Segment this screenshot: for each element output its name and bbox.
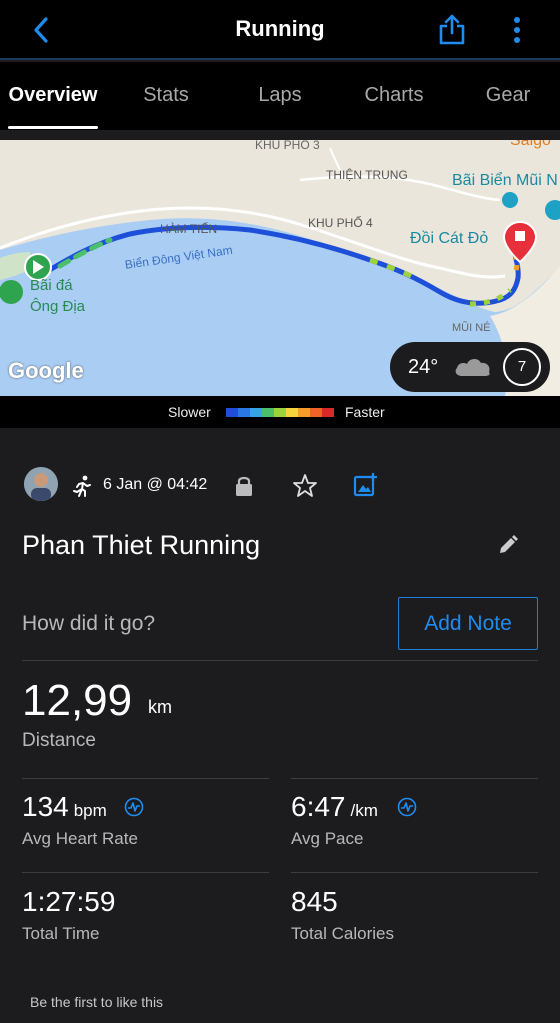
map-label-bai-da: Bãi đá [30,277,73,294]
pace-legend: Slower Faster [0,396,560,428]
legend-faster-label: Faster [345,404,385,420]
total-calories-value[interactable]: 845 [291,886,338,918]
divider [22,872,269,873]
avg-pace-unit: /km [350,801,378,820]
map-label-ham-tien: HÀM TIẾN [160,222,218,236]
map-label-mui-ne: MŨI NÉ [452,322,491,334]
share-icon[interactable] [437,12,467,46]
finish-marker-icon [502,220,538,264]
distance-label: Distance [22,730,96,751]
avg-heart-rate-stat[interactable]: 134 bpm [22,791,107,823]
activity-meta-row: 6 Jan @ 04:42 [0,462,560,508]
pace-source-icon [397,797,417,817]
legend-color-swatch [310,408,323,417]
likes-text[interactable]: Be the first to like this [30,994,163,1010]
more-options-icon[interactable] [505,14,529,46]
tab-stats[interactable]: Stats [126,84,206,107]
map-label-khu-pho-3: KHU PHỐ 3 [255,140,320,152]
add-photo-icon[interactable] [352,472,378,498]
route-map[interactable]: KHU PHỐ 3 THIỆN TRUNG Bãi Biển Mũi N Sai… [0,140,560,396]
avg-heart-rate-label: Avg Heart Rate [22,829,138,848]
star-icon[interactable] [292,473,318,499]
park-pin-icon [0,280,23,304]
activity-name: Phan Thiet Running [22,530,261,560]
total-time-label: Total Time [22,924,100,943]
total-time-value[interactable]: 1:27:59 [22,886,115,918]
weather-temperature: 24° [408,356,439,378]
avg-heart-rate-value: 134 [22,791,69,822]
wind-indicator: 7 [503,348,541,386]
tab-overview[interactable]: Overview [8,84,98,107]
distance-value: 12,99 [22,676,133,725]
legend-color-swatch [274,408,287,417]
map-label-doi-cat-do: Đồi Cát Đỏ [410,230,489,247]
legend-color-swatch [250,408,263,417]
legend-color-swatch [298,408,311,417]
legend-color-swatch [226,408,239,417]
avatar[interactable] [24,467,58,501]
add-note-button[interactable]: Add Note [398,597,538,650]
legend-color-swatch [322,408,334,417]
tab-charts[interactable]: Charts [344,84,444,107]
legend-color-swatch [286,408,299,417]
cloud-icon [455,358,490,376]
active-tab-indicator [8,126,98,129]
total-calories-label: Total Calories [291,924,394,943]
legend-slower-label: Slower [168,404,211,420]
page-title: Running [235,16,325,41]
avg-heart-rate-unit: bpm [73,801,107,820]
avg-pace-stat[interactable]: 6:47/km [291,791,378,823]
distance-unit: km [148,697,172,717]
divider [291,872,538,873]
divider [291,778,538,779]
weather-badge: 24° 7 [390,342,550,392]
lock-icon[interactable] [234,474,254,498]
map-label-bai-bien: Bãi Biển Mũi N [452,172,558,189]
avg-pace-value: 6:47 [291,791,346,822]
heart-rate-source-icon [124,797,144,817]
google-logo: Google [8,358,84,383]
divider [22,660,538,661]
tab-bar: Overview Stats Laps Charts Gear [0,62,560,130]
map-label-khu-pho-4: KHU PHỐ 4 [308,216,373,230]
note-prompt: How did it go? [22,612,156,635]
avg-pace-label: Avg Pace [291,829,364,848]
tab-laps[interactable]: Laps [240,84,320,107]
edit-pencil-icon[interactable] [497,534,519,556]
map-label-saigon: Saigo [510,140,551,149]
running-icon [73,475,91,497]
tab-gear[interactable]: Gear [470,84,546,107]
legend-color-swatch [238,408,251,417]
divider [22,778,269,779]
top-bar: Running [0,0,560,60]
pace-color-scale [226,408,334,417]
map-label-thien-trung: THIỆN TRUNG [326,168,408,182]
activity-date: 6 Jan @ 04:42 [103,476,208,493]
map-label-ong-dia: Ông Địa [30,298,86,315]
legend-color-swatch [262,408,275,417]
